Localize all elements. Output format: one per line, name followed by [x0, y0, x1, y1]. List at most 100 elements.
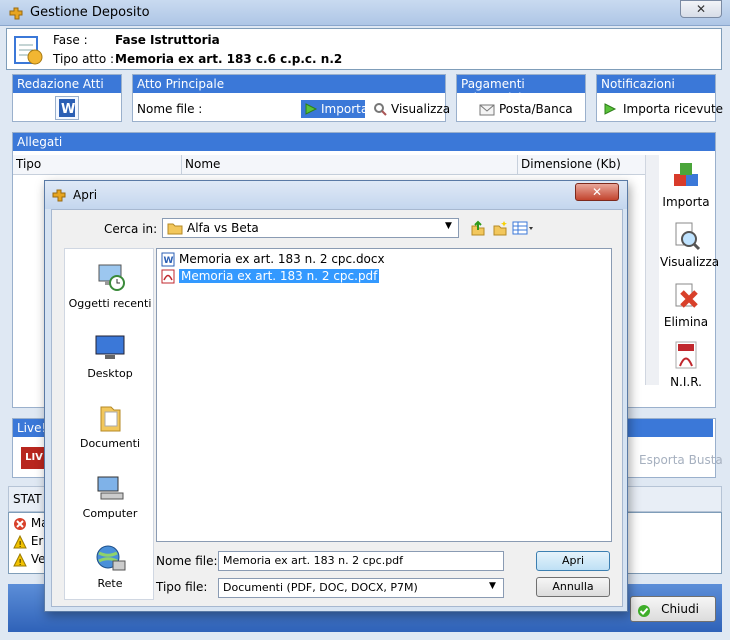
side-elimina-button[interactable]: Elimina: [660, 280, 712, 329]
recent-items-icon: [93, 263, 127, 293]
tipo-atto-value: Memoria ex art. 183 c.6 c.p.c. n.2: [115, 52, 343, 66]
visualizza-button[interactable]: Visualizza: [371, 100, 450, 118]
atto-principale-group: Atto Principale Nome file : Importa Visu…: [132, 74, 450, 122]
import-arrow-icon: [603, 102, 617, 121]
place-computer[interactable]: Computer: [65, 473, 155, 520]
svg-text:!: !: [19, 540, 22, 549]
dialog-body: Cerca in: Alfa vs Beta ▼ Oggetti recenti: [51, 209, 623, 607]
side-visualizza-label: Visualizza: [660, 255, 720, 269]
svg-text:W: W: [164, 256, 174, 266]
error-icon: [14, 517, 26, 530]
side-importa-label: Importa: [662, 195, 710, 209]
up-folder-icon[interactable]: [470, 220, 486, 239]
allegati-header: Allegati: [13, 133, 715, 151]
place-label: Desktop: [87, 367, 133, 380]
import-arrow-icon: [304, 102, 318, 121]
side-nir-button[interactable]: N.I.R.: [660, 340, 712, 389]
side-elimina-label: Elimina: [663, 315, 709, 329]
magnifier-icon: [675, 222, 701, 251]
importa-ricevute-button[interactable]: Importa ricevute: [603, 100, 723, 118]
dialog-close-button[interactable]: ✕: [575, 183, 619, 201]
computer-icon: [93, 473, 127, 503]
column-tipo[interactable]: Tipo: [16, 157, 41, 171]
nome-file-label: Nome file:: [156, 554, 218, 568]
tipo-file-label: Tipo file:: [156, 580, 208, 594]
status-row: ! Ve: [13, 552, 46, 567]
posta-banca-label: Posta/Banca: [499, 102, 573, 116]
fase-label: Fase :: [53, 33, 88, 47]
svg-text:!: !: [19, 558, 22, 567]
window-close-button[interactable]: ✕: [680, 0, 722, 18]
delete-x-icon: [675, 283, 698, 308]
pagamenti-group: Pagamenti Telematici Posta/Banca: [456, 74, 586, 122]
chiudi-button[interactable]: Chiudi: [630, 596, 716, 622]
chevron-down-icon[interactable]: ▼: [445, 221, 452, 231]
tipo-file-select[interactable]: Documenti (PDF, DOC, DOCX, P7M) ▼: [218, 578, 504, 598]
app-puzzle-icon: [8, 5, 24, 21]
pdf-file-icon: [161, 269, 175, 289]
tipo-file-value: Documenti (PDF, DOC, DOCX, P7M): [223, 581, 418, 594]
document-edit-icon: [11, 33, 45, 67]
place-oggetti-recenti[interactable]: Oggetti recenti: [65, 263, 155, 310]
pagamenti-header: Pagamenti Telematici: [457, 75, 585, 105]
header-panel: Fase : Fase Istruttoria Tipo atto : Memo…: [6, 28, 722, 70]
importa-label: Importa: [321, 102, 369, 116]
desktop-icon: [93, 333, 127, 363]
atto-principale-header: Atto Principale: [133, 75, 445, 93]
place-label: Computer: [82, 507, 138, 520]
fase-value: Fase Istruttoria: [115, 33, 220, 47]
word-icon[interactable]: W: [55, 96, 79, 120]
importa-ricevute-label: Importa ricevute: [623, 102, 724, 116]
new-folder-icon[interactable]: [492, 220, 508, 239]
place-rete[interactable]: Rete: [65, 543, 155, 590]
file-item-docx[interactable]: W Memoria ex art. 183 n. 2 cpc.docx: [159, 251, 385, 268]
file-list[interactable]: W Memoria ex art. 183 n. 2 cpc.docx Memo…: [156, 248, 612, 542]
file-item-pdf[interactable]: Memoria ex art. 183 n. 2 cpc.pdf: [159, 268, 383, 285]
importa-button[interactable]: Importa: [301, 100, 369, 121]
column-dimensione[interactable]: Dimensione (Kb): [517, 155, 624, 175]
nome-file-label: Nome file :: [137, 102, 203, 116]
visualizza-label: Visualizza: [391, 102, 451, 116]
network-globe-icon: [93, 543, 127, 573]
file-name-selected: Memoria ex art. 183 n. 2 cpc.pdf: [179, 269, 380, 283]
place-label: Rete: [97, 577, 123, 590]
column-nome[interactable]: Nome: [181, 155, 223, 175]
esporta-busta-button[interactable]: Esporta Busta: [639, 453, 723, 467]
annulla-button[interactable]: Annulla: [536, 577, 610, 597]
magnifier-icon: [373, 102, 387, 121]
warning-icon: !: [13, 534, 27, 549]
chiudi-label: Chiudi: [661, 602, 699, 616]
place-desktop[interactable]: Desktop: [65, 333, 155, 380]
colored-cubes-icon: [674, 163, 698, 186]
cerca-in-label: Cerca in:: [104, 222, 158, 236]
apri-button[interactable]: Apri: [536, 551, 610, 571]
status-row: ! Err: [13, 534, 48, 549]
chevron-down-icon[interactable]: ▼: [489, 581, 496, 591]
place-label: Documenti: [79, 437, 141, 450]
place-documenti[interactable]: Documenti: [65, 403, 155, 450]
dialog-puzzle-icon: [51, 187, 67, 206]
cerca-in-select[interactable]: Alfa vs Beta ▼: [162, 218, 459, 238]
documents-folder-icon: [93, 403, 127, 433]
view-menu-icon[interactable]: [512, 220, 534, 239]
svg-text:W: W: [61, 102, 75, 117]
side-visualizza-button[interactable]: Visualizza: [660, 220, 720, 269]
dialog-titlebar: Apri ✕: [45, 181, 627, 209]
stato-label: STAT: [13, 492, 42, 506]
envelope-icon: [479, 102, 495, 121]
allegati-scrollbar[interactable]: [645, 155, 659, 385]
redazione-atti-header: Redazione Atti: [13, 75, 121, 93]
dialog-title: Apri: [73, 188, 98, 202]
allegati-column-header: Tipo Nome Dimensione (Kb): [13, 155, 659, 175]
side-nir-label: N.I.R.: [670, 375, 702, 389]
notificazioni-header: Notificazioni: [597, 75, 715, 93]
nome-file-input[interactable]: Memoria ex art. 183 n. 2 cpc.pdf: [218, 551, 504, 571]
posta-banca-button[interactable]: Posta/Banca: [479, 100, 573, 118]
places-bar: Oggetti recenti Desktop Documenti Comput…: [64, 248, 154, 600]
folder-icon: [167, 221, 183, 238]
side-importa-button[interactable]: Importa: [660, 160, 712, 209]
redazione-atti-group: Redazione Atti W: [12, 74, 122, 122]
pdf-icon: [675, 341, 697, 369]
cerca-in-value: Alfa vs Beta: [187, 221, 259, 235]
file-name: Memoria ex art. 183 n. 2 cpc.docx: [179, 252, 385, 266]
